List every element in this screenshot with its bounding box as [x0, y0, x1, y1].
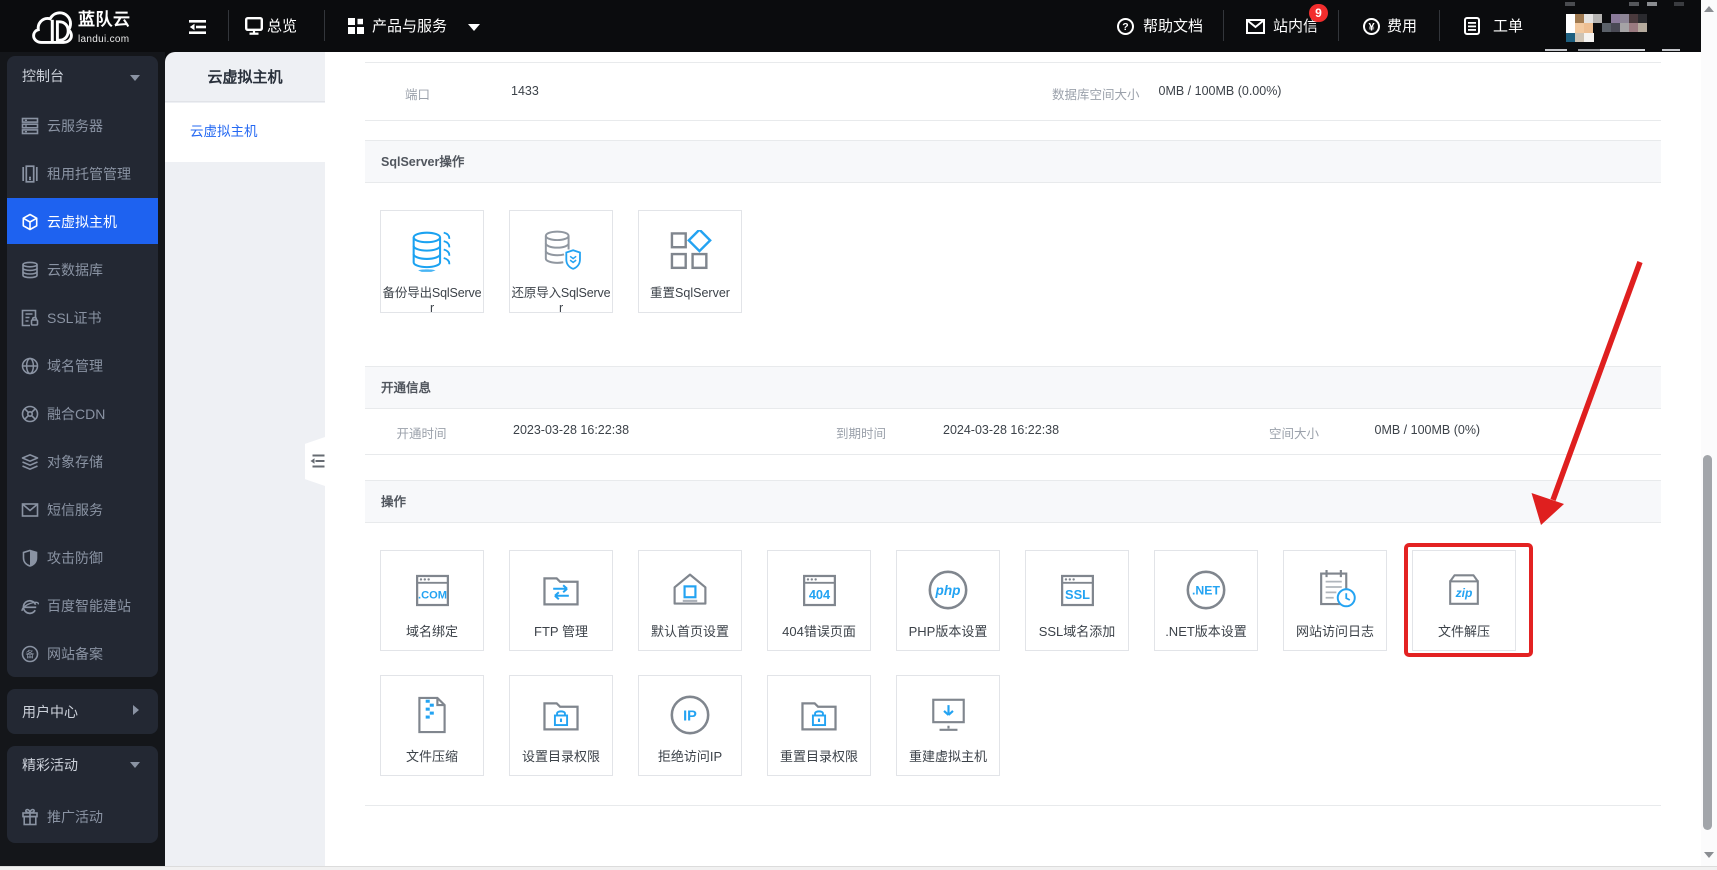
- svg-text:404: 404: [808, 587, 830, 602]
- svg-text:SSL: SSL: [1065, 587, 1090, 602]
- svg-text:?: ?: [1122, 21, 1128, 33]
- svg-text:.COM: .COM: [418, 589, 447, 601]
- svg-text:IP: IP: [683, 708, 697, 724]
- svg-text:.NET: .NET: [1192, 584, 1220, 598]
- svg-text:备: 备: [25, 647, 34, 660]
- svg-text:¥: ¥: [1368, 21, 1375, 33]
- svg-text:php: php: [935, 583, 961, 598]
